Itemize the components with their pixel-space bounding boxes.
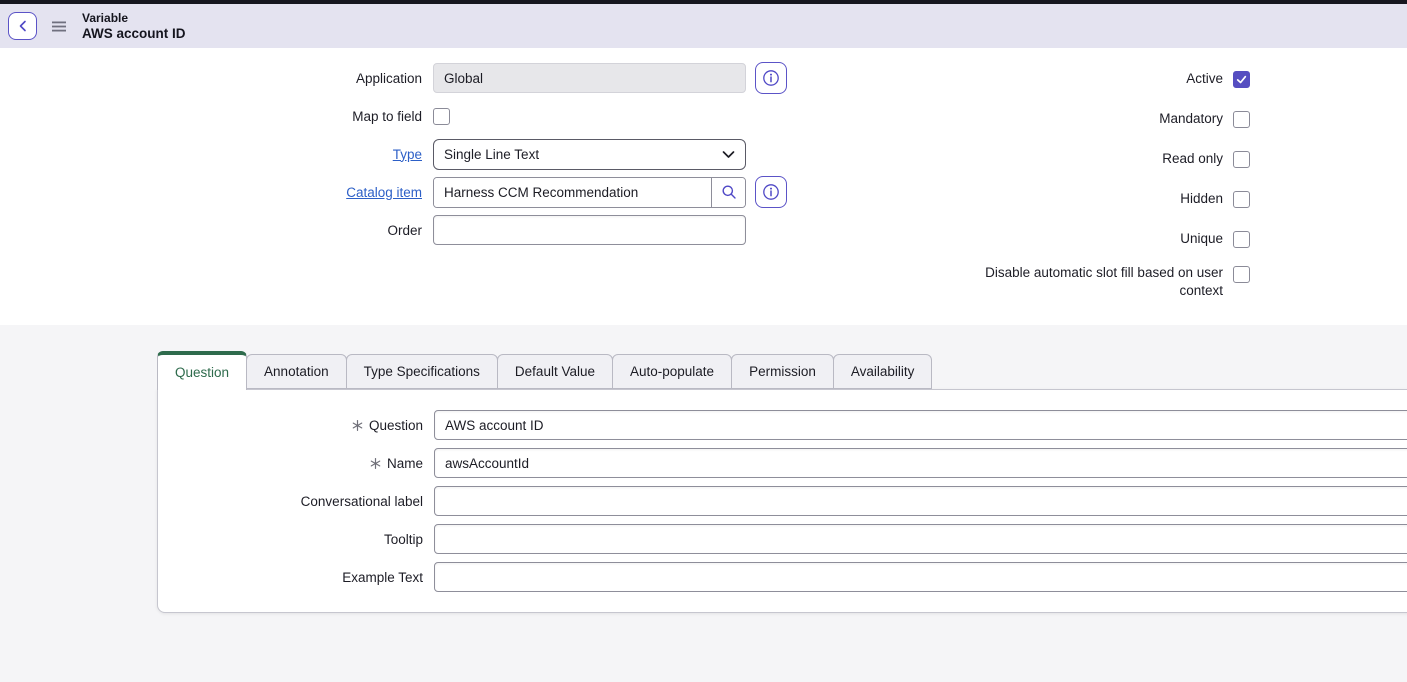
tabbed-section: Question Annotation Type Specifications …: [0, 325, 1407, 682]
application-row: Application: [0, 63, 787, 93]
required-asterisk-icon: [370, 458, 381, 469]
tab-question[interactable]: Question: [157, 351, 247, 390]
example-text-row: Example Text: [158, 562, 1407, 592]
tooltip-input[interactable]: [434, 524, 1407, 554]
info-icon: [762, 69, 780, 87]
hidden-checkbox[interactable]: [1233, 191, 1250, 208]
unique-row: Unique: [978, 224, 1250, 254]
map-to-field-checkbox[interactable]: [433, 108, 450, 125]
unique-checkbox[interactable]: [1233, 231, 1250, 248]
context-menu-icon[interactable]: [52, 21, 66, 32]
form-left-column: Application Map to field Type Single Lin…: [0, 63, 787, 253]
read-only-label: Read only: [1162, 150, 1223, 168]
read-only-checkbox[interactable]: [1233, 151, 1250, 168]
hidden-label: Hidden: [1180, 190, 1223, 208]
tab-permission[interactable]: Permission: [731, 354, 834, 389]
form-right-column: Active Mandatory Read only Hidden Unique: [978, 64, 1250, 310]
tab-annotation[interactable]: Annotation: [246, 354, 347, 389]
catalog-item-row: Catalog item: [0, 177, 787, 207]
disable-slot-fill-row: Disable automatic slot fill based on use…: [978, 264, 1250, 300]
tab-auto-populate[interactable]: Auto-populate: [612, 354, 732, 389]
name-row: Name: [158, 448, 1407, 478]
search-icon: [721, 184, 737, 200]
map-to-field-label: Map to field: [0, 109, 433, 124]
conversational-label-label: Conversational label: [301, 494, 423, 509]
disable-slot-fill-label: Disable automatic slot fill based on use…: [978, 264, 1223, 300]
hidden-row: Hidden: [978, 184, 1250, 214]
tab-strip: Question Annotation Type Specifications …: [157, 351, 932, 389]
unique-label: Unique: [1180, 230, 1223, 248]
catalog-item-label-link[interactable]: Catalog item: [0, 185, 433, 200]
tab-type-specifications[interactable]: Type Specifications: [346, 354, 498, 389]
type-row: Type Single Line Text: [0, 139, 787, 169]
disable-slot-fill-checkbox[interactable]: [1233, 266, 1250, 283]
chevron-left-icon: [16, 19, 30, 33]
record-title: Variable AWS account ID: [82, 11, 186, 41]
order-row: Order: [0, 215, 787, 245]
type-select-value: Single Line Text: [444, 147, 539, 162]
mandatory-row: Mandatory: [978, 104, 1250, 134]
tooltip-row: Tooltip: [158, 524, 1407, 554]
active-checkbox[interactable]: [1233, 71, 1250, 88]
application-label: Application: [0, 71, 433, 86]
active-label: Active: [1186, 70, 1223, 88]
mandatory-label: Mandatory: [1159, 110, 1223, 128]
catalog-item-reference-field: [433, 177, 746, 208]
record-name-label: AWS account ID: [82, 26, 186, 41]
name-label: Name: [387, 456, 423, 471]
conversational-label-input[interactable]: [434, 486, 1407, 516]
question-input[interactable]: [434, 410, 1407, 440]
chevron-down-icon: [722, 150, 735, 159]
form-header: Variable AWS account ID: [0, 4, 1407, 48]
conversational-label-row: Conversational label: [158, 486, 1407, 516]
required-asterisk-icon: [352, 420, 363, 431]
order-input[interactable]: [433, 215, 746, 245]
back-button[interactable]: [8, 12, 37, 40]
example-text-label: Example Text: [342, 570, 423, 585]
catalog-item-lookup-button[interactable]: [711, 178, 745, 207]
read-only-row: Read only: [978, 144, 1250, 174]
order-label: Order: [0, 223, 433, 238]
mandatory-checkbox[interactable]: [1233, 111, 1250, 128]
name-input[interactable]: [434, 448, 1407, 478]
variable-form: Application Map to field Type Single Lin…: [0, 48, 1407, 325]
active-row: Active: [978, 64, 1250, 94]
map-to-field-row: Map to field: [0, 101, 787, 131]
question-tab-panel: Question Name Conversational label: [157, 389, 1407, 613]
catalog-item-input[interactable]: [434, 178, 711, 207]
tooltip-label: Tooltip: [384, 532, 423, 547]
info-icon: [762, 183, 780, 201]
tab-default-value[interactable]: Default Value: [497, 354, 613, 389]
catalog-item-info-button[interactable]: [755, 176, 787, 208]
application-info-button[interactable]: [755, 62, 787, 94]
question-label: Question: [369, 418, 423, 433]
application-input[interactable]: [433, 63, 746, 93]
example-text-input[interactable]: [434, 562, 1407, 592]
tab-availability[interactable]: Availability: [833, 354, 933, 389]
type-label-link[interactable]: Type: [0, 147, 433, 162]
record-type-label: Variable: [82, 11, 186, 26]
type-select[interactable]: Single Line Text: [433, 139, 746, 170]
question-row: Question: [158, 410, 1407, 440]
